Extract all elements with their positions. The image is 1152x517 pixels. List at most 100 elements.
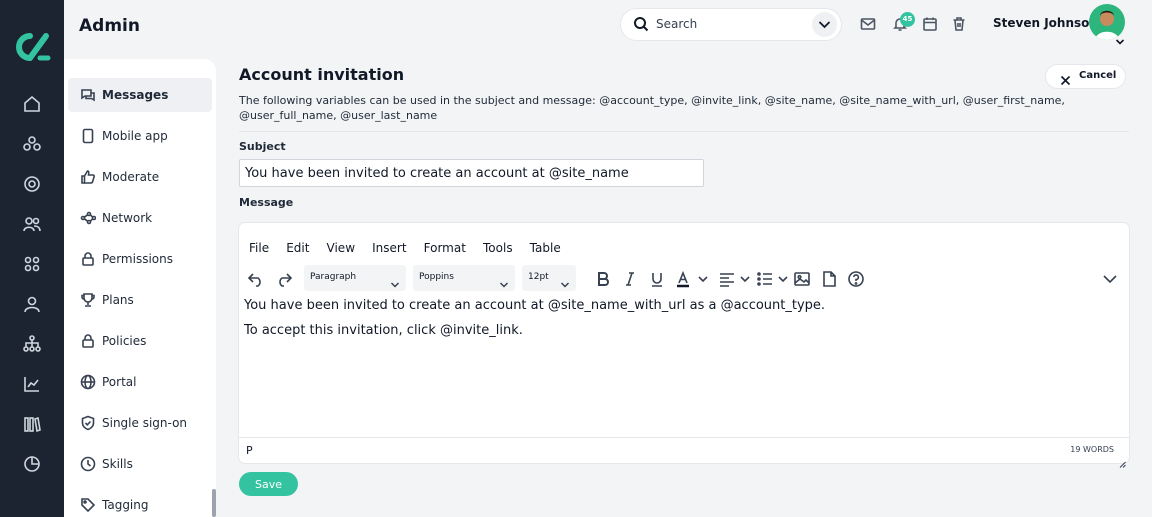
calendar-icon[interactable] bbox=[922, 16, 938, 32]
apps-icon[interactable] bbox=[22, 254, 42, 274]
pie-chart-icon[interactable] bbox=[22, 454, 42, 474]
chevron-down-icon[interactable] bbox=[773, 269, 788, 289]
italic-icon[interactable] bbox=[620, 269, 640, 289]
app-logo[interactable] bbox=[10, 28, 54, 64]
sidebar-item-single-sign-on[interactable]: Single sign-on bbox=[68, 406, 212, 440]
messages-icon bbox=[80, 87, 96, 103]
sidebar-item-label: Skills bbox=[102, 457, 133, 471]
lock-icon bbox=[80, 333, 96, 349]
subject-input[interactable] bbox=[239, 159, 704, 187]
users-icon[interactable] bbox=[22, 214, 42, 234]
rich-text-editor: File Edit View Insert Format Tools Table… bbox=[239, 223, 1129, 468]
editor-statusbar: P 19 WORDS bbox=[239, 437, 1129, 468]
app-rail bbox=[0, 0, 64, 517]
font-family-select[interactable]: Poppins bbox=[413, 265, 515, 291]
save-button[interactable]: Save bbox=[239, 472, 298, 496]
menu-tools[interactable]: Tools bbox=[483, 241, 513, 255]
target-icon[interactable] bbox=[22, 174, 42, 194]
font-family-value: Poppins bbox=[419, 272, 454, 282]
menu-view[interactable]: View bbox=[327, 241, 355, 255]
undo-icon[interactable] bbox=[246, 269, 266, 289]
word-count[interactable]: 19 WORDS bbox=[1070, 445, 1114, 454]
sidebar-item-label: Permissions bbox=[102, 252, 173, 266]
close-icon bbox=[1060, 71, 1071, 86]
tag-icon bbox=[80, 497, 96, 513]
menu-table[interactable]: Table bbox=[530, 241, 561, 255]
redo-icon[interactable] bbox=[274, 269, 294, 289]
divider bbox=[239, 131, 1129, 132]
search-input[interactable]: Search bbox=[656, 17, 697, 31]
editor-toolbar: Paragraph Poppins 12pt bbox=[239, 263, 1129, 295]
sidebar-item-plans[interactable]: Plans bbox=[68, 283, 212, 317]
element-path[interactable]: P bbox=[246, 444, 253, 457]
chevron-down-icon[interactable] bbox=[693, 269, 708, 289]
sidebar-item-label: Mobile app bbox=[102, 129, 168, 143]
menu-file[interactable]: File bbox=[249, 241, 269, 255]
user-name[interactable]: Steven Johnson bbox=[993, 16, 1098, 30]
hierarchy-icon[interactable] bbox=[22, 334, 42, 354]
search-dropdown-button[interactable] bbox=[812, 12, 837, 37]
search-box[interactable]: Search bbox=[621, 9, 841, 40]
bullet-list-icon[interactable] bbox=[755, 269, 775, 289]
block-format-value: Paragraph bbox=[310, 272, 357, 282]
globe-icon bbox=[80, 374, 96, 390]
clock-icon bbox=[80, 456, 96, 472]
sidebar-item-label: Messages bbox=[102, 88, 169, 102]
font-size-value: 12pt bbox=[528, 272, 549, 282]
editor-paragraph[interactable]: You have been invited to create an accou… bbox=[244, 297, 1114, 314]
sidebar-item-portal[interactable]: Portal bbox=[68, 365, 212, 399]
chevron-down-icon bbox=[499, 274, 509, 288]
text-color-icon[interactable] bbox=[673, 269, 693, 289]
sidebar-item-messages[interactable]: Messages bbox=[68, 78, 212, 112]
editor-paragraph[interactable]: To accept this invitation, click @invite… bbox=[244, 322, 1114, 339]
mail-icon[interactable] bbox=[860, 16, 876, 32]
sidebar-item-label: Plans bbox=[102, 293, 134, 307]
library-icon[interactable] bbox=[22, 414, 42, 434]
help-icon[interactable] bbox=[846, 269, 866, 289]
settings-sidebar: Messages Mobile app Moderate Network Per… bbox=[64, 59, 216, 517]
network-icon bbox=[80, 210, 97, 226]
menu-edit[interactable]: Edit bbox=[286, 241, 309, 255]
sidebar-item-tagging[interactable]: Tagging bbox=[68, 488, 212, 517]
font-size-select[interactable]: 12pt bbox=[522, 265, 576, 291]
community-icon[interactable] bbox=[22, 134, 42, 154]
chevron-down-icon[interactable] bbox=[1100, 269, 1120, 289]
menu-insert[interactable]: Insert bbox=[372, 241, 406, 255]
sidebar-item-permissions[interactable]: Permissions bbox=[68, 242, 212, 276]
trophy-icon bbox=[80, 292, 96, 308]
message-label: Message bbox=[239, 196, 294, 209]
trash-icon[interactable] bbox=[951, 16, 967, 32]
mobile-icon bbox=[80, 128, 96, 144]
sidebar-item-label: Policies bbox=[102, 334, 147, 348]
home-icon[interactable] bbox=[22, 94, 42, 114]
sidebar-item-moderate[interactable]: Moderate bbox=[68, 160, 212, 194]
sidebar-item-label: Moderate bbox=[102, 170, 160, 184]
sidebar-item-mobile-app[interactable]: Mobile app bbox=[68, 119, 212, 153]
chevron-down-icon bbox=[560, 274, 570, 288]
chevron-down-icon[interactable] bbox=[735, 269, 750, 289]
chevron-down-icon bbox=[818, 21, 831, 29]
main-content: Account invitation Cancel The following … bbox=[216, 56, 1152, 517]
user-icon[interactable] bbox=[22, 294, 42, 314]
analytics-icon[interactable] bbox=[22, 374, 42, 394]
page-title: Account invitation bbox=[239, 65, 405, 84]
align-icon[interactable] bbox=[717, 269, 737, 289]
menu-format[interactable]: Format bbox=[424, 241, 466, 255]
chevron-down-icon[interactable] bbox=[1115, 31, 1125, 45]
underline-icon[interactable] bbox=[647, 269, 667, 289]
sidebar-item-policies[interactable]: Policies bbox=[68, 324, 212, 358]
bold-icon[interactable] bbox=[593, 269, 613, 289]
cancel-button-label: Cancel bbox=[1079, 70, 1117, 81]
app-title: Admin bbox=[79, 16, 140, 36]
editor-menubar: File Edit View Insert Format Tools Table bbox=[249, 237, 573, 255]
shield-icon bbox=[80, 415, 96, 431]
sidebar-item-network[interactable]: Network bbox=[68, 201, 212, 235]
image-icon[interactable] bbox=[792, 269, 812, 289]
thumbs-up-icon bbox=[80, 169, 96, 185]
sidebar-item-skills[interactable]: Skills bbox=[68, 447, 212, 481]
document-icon[interactable] bbox=[819, 269, 839, 289]
cancel-button[interactable]: Cancel bbox=[1046, 65, 1125, 88]
block-format-select[interactable]: Paragraph bbox=[304, 265, 406, 291]
resize-handle-icon[interactable] bbox=[1119, 453, 1126, 468]
editor-content[interactable]: You have been invited to create an accou… bbox=[244, 297, 1114, 347]
